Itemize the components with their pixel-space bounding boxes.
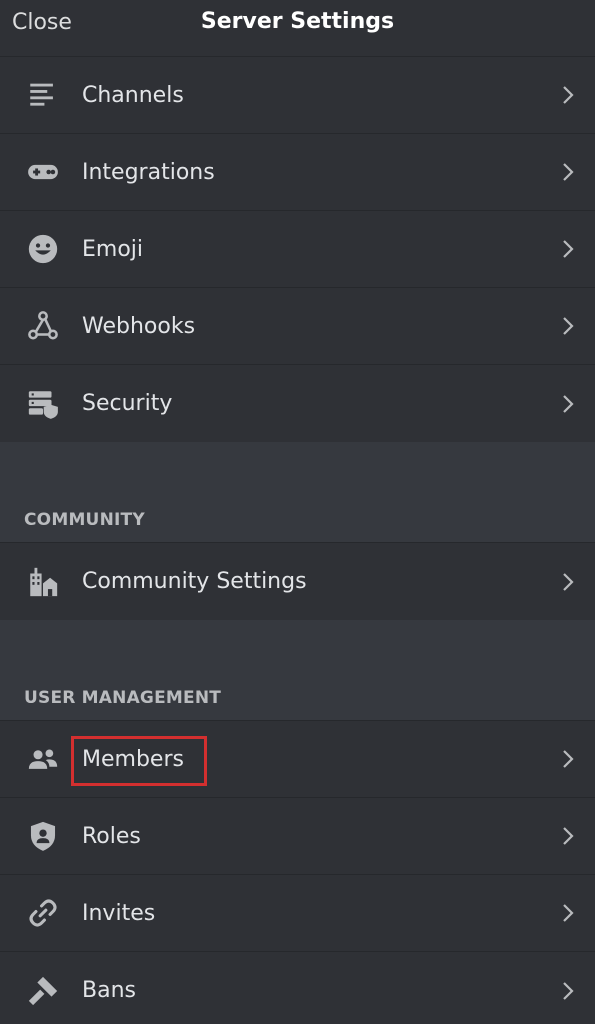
settings-item-label: Channels xyxy=(82,82,184,108)
chevron-right-icon xyxy=(563,240,574,258)
section-title: COMMUNITY xyxy=(24,510,145,530)
emoji-icon xyxy=(24,230,62,268)
chevron-right-icon xyxy=(563,572,574,591)
settings-group-user-management: Members Roles Invites Bans xyxy=(0,721,595,1024)
settings-item-label: Bans xyxy=(82,978,136,1003)
settings-item-members[interactable]: Members xyxy=(0,721,595,798)
section-header-user-management: USER MANAGEMENT xyxy=(0,680,595,721)
settings-item-label: Emoji xyxy=(82,236,144,262)
header-bar: Close Server Settings xyxy=(0,0,595,57)
chevron-right-icon xyxy=(563,317,574,335)
security-icon xyxy=(24,385,62,423)
settings-item-community-settings[interactable]: Community Settings xyxy=(0,543,595,620)
chevron-right-icon xyxy=(563,904,574,922)
section-spacer xyxy=(0,620,595,680)
settings-item-integrations[interactable]: Integrations xyxy=(0,134,595,211)
chevron-right-icon xyxy=(563,394,574,413)
settings-item-label: Community Settings xyxy=(82,569,307,594)
settings-item-bans[interactable]: Bans xyxy=(0,952,595,1024)
settings-item-invites[interactable]: Invites xyxy=(0,875,595,952)
settings-item-security[interactable]: Security xyxy=(0,365,595,442)
chevron-right-icon xyxy=(563,827,574,845)
channels-icon xyxy=(24,76,62,114)
webhooks-icon xyxy=(24,307,62,345)
settings-item-label: Members xyxy=(82,746,184,772)
page-title: Server Settings xyxy=(200,9,395,34)
settings-item-label: Roles xyxy=(82,823,141,849)
settings-item-label: Invites xyxy=(82,900,156,926)
settings-item-emoji[interactable]: Emoji xyxy=(0,211,595,288)
settings-group-community: Community Settings xyxy=(0,543,595,620)
settings-item-channels[interactable]: Channels xyxy=(0,57,595,134)
section-spacer xyxy=(0,442,595,502)
gamepad-icon xyxy=(24,153,62,191)
settings-item-roles[interactable]: Roles xyxy=(0,798,595,875)
close-button[interactable]: Close xyxy=(12,10,72,35)
server-settings-screen: Close Server Settings Channels Integrati… xyxy=(0,0,595,1024)
chevron-right-icon xyxy=(563,86,574,104)
section-header-community: COMMUNITY xyxy=(0,502,595,543)
hammer-icon xyxy=(24,972,62,1010)
members-icon xyxy=(24,740,62,778)
settings-group-main: Channels Integrations Emoji Webhooks Sec… xyxy=(0,57,595,442)
settings-item-label: Webhooks xyxy=(82,313,196,339)
community-icon xyxy=(24,563,62,601)
shield-user-icon xyxy=(24,817,62,855)
settings-item-label: Integrations xyxy=(82,159,215,185)
section-title: USER MANAGEMENT xyxy=(24,688,222,708)
link-icon xyxy=(24,894,62,932)
chevron-right-icon xyxy=(563,750,574,768)
settings-item-webhooks[interactable]: Webhooks xyxy=(0,288,595,365)
settings-item-label: Security xyxy=(82,391,173,416)
chevron-right-icon xyxy=(563,163,574,181)
chevron-right-icon xyxy=(563,981,574,1000)
